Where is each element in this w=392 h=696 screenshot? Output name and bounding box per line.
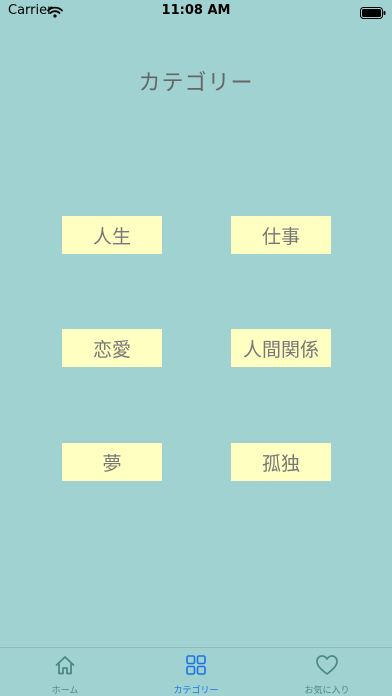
category-button-renai[interactable]: 恋愛 xyxy=(62,329,162,367)
tab-bar: ホーム カテゴリー お気に入り xyxy=(0,647,392,696)
battery-icon xyxy=(360,4,386,23)
tab-category[interactable]: カテゴリー xyxy=(131,654,261,696)
tab-home-label: ホーム xyxy=(51,686,79,696)
home-icon xyxy=(54,654,76,680)
category-button-yume[interactable]: 夢 xyxy=(62,443,162,481)
category-button-shigoto[interactable]: 仕事 xyxy=(231,216,331,254)
page-title: カテゴリー xyxy=(138,71,254,96)
tab-favorites-label: お気に入り xyxy=(304,686,350,696)
grid-icon xyxy=(185,654,207,680)
heart-icon xyxy=(315,654,339,680)
tab-home[interactable]: ホーム xyxy=(0,654,130,696)
tab-category-label: カテゴリー xyxy=(173,686,219,696)
status-bar: Carrier 11:08 AM xyxy=(0,0,392,22)
tab-favorites[interactable]: お気に入り xyxy=(262,654,392,696)
clock: 11:08 AM xyxy=(161,3,231,18)
category-button-kodoku[interactable]: 孤独 xyxy=(231,443,331,481)
category-button-jinsei[interactable]: 人生 xyxy=(62,216,162,254)
category-button-ningen-kankei[interactable]: 人間関係 xyxy=(231,329,331,367)
